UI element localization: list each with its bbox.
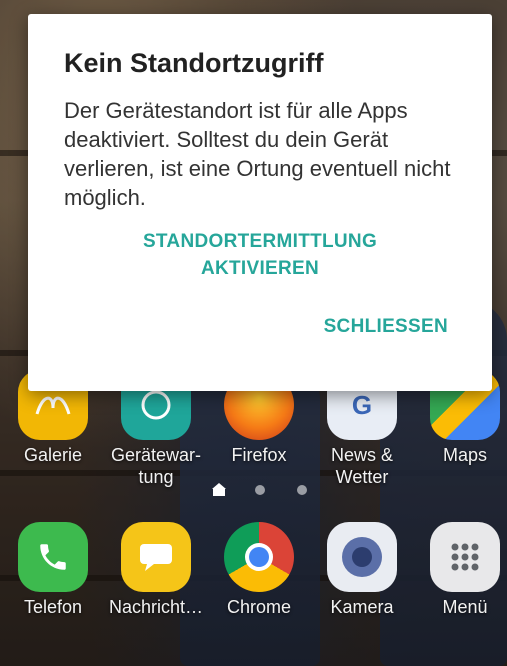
app-menue[interactable]: Menü [415, 522, 507, 618]
dialog-message: Der Gerätestandort ist für alle Apps dea… [64, 98, 451, 210]
app-label: Nachricht… [108, 597, 204, 617]
page-dot [255, 485, 265, 495]
activate-location-button[interactable]: STANDORTERMITTLUNG AKTIVIEREN [88, 228, 432, 282]
location-dialog: Kein Standortzugriff Der Gerätestandort … [28, 14, 492, 391]
app-label: Kamera [330, 597, 394, 617]
page-indicator [210, 482, 310, 498]
phone-icon [18, 522, 88, 592]
chrome-icon [224, 522, 294, 592]
app-label: Firefox [231, 445, 287, 465]
messages-icon [121, 522, 191, 592]
close-button[interactable]: SCHLIESSEN [298, 314, 448, 340]
app-label: Telefon [23, 597, 83, 617]
activate-label-line2: AKTIVIEREN [200, 258, 320, 279]
activate-label-line1: STANDORTERMITTLUNG [142, 231, 378, 252]
camera-icon [327, 522, 397, 592]
app-chrome[interactable]: Chrome [209, 522, 309, 618]
app-label: Gerätewar-tung [110, 445, 202, 487]
app-label: News & Wetter [330, 445, 393, 487]
app-label: Menü [442, 597, 488, 617]
apps-menu-icon [430, 522, 500, 592]
app-label: Chrome [226, 597, 292, 617]
app-kamera[interactable]: Kamera [312, 522, 412, 618]
app-nachrichten[interactable]: Nachricht… [106, 522, 206, 618]
page-dot [297, 485, 307, 495]
dialog-title: Kein Standortzugriff [64, 48, 324, 78]
app-telefon[interactable]: Telefon [3, 522, 103, 618]
app-label: Galerie [23, 445, 83, 465]
app-label: Maps [442, 445, 487, 465]
